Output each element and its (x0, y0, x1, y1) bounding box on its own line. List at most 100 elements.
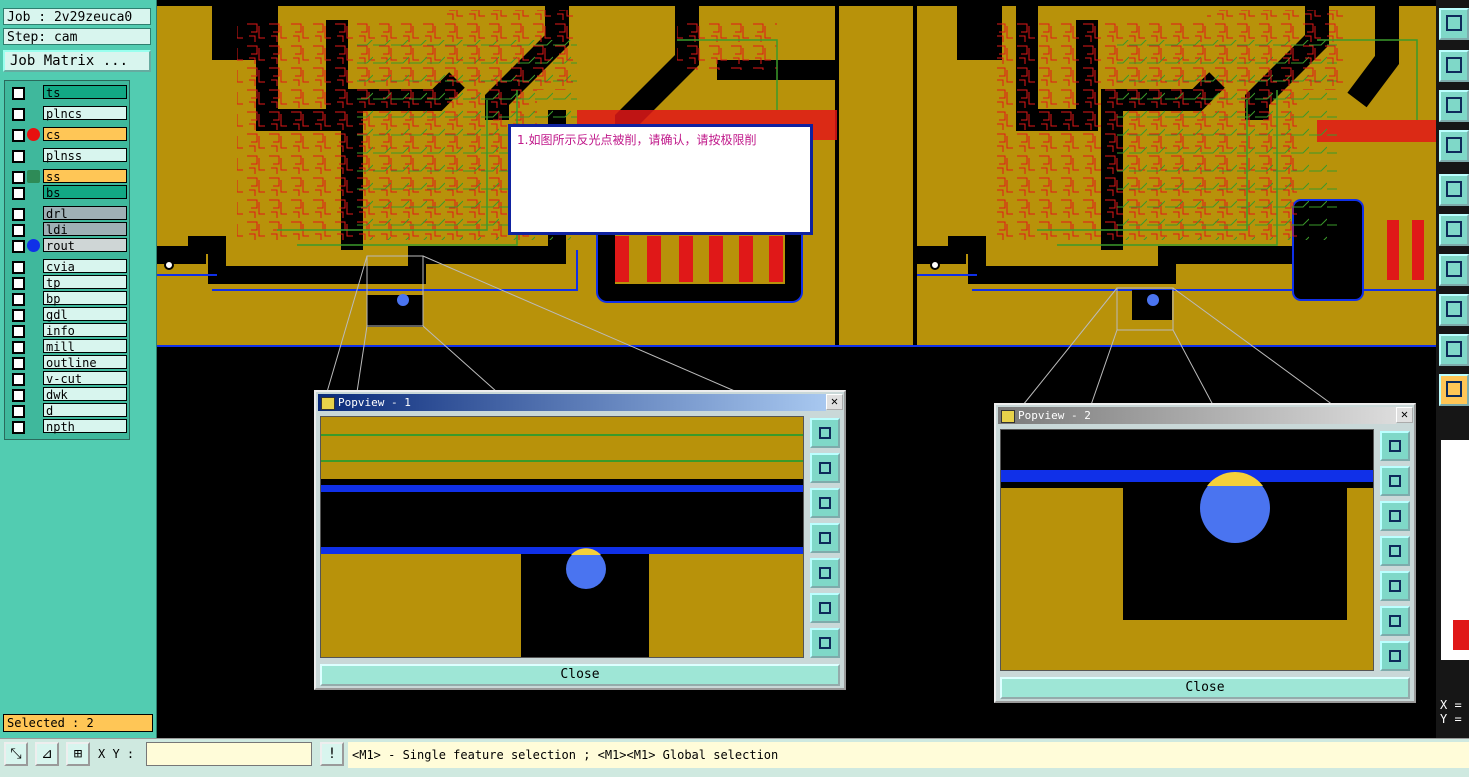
pan-down-button[interactable] (1380, 501, 1410, 531)
layer-checkbox[interactable] (12, 129, 25, 142)
layer-checkbox[interactable] (12, 357, 25, 370)
layer-name[interactable]: cs (43, 127, 127, 142)
pan-left-button[interactable] (810, 523, 840, 553)
job-matrix-button[interactable]: Job Matrix ... (3, 50, 151, 72)
popview-1-canvas[interactable] (320, 416, 804, 658)
layer-name[interactable]: info (43, 323, 127, 338)
select-tool-button[interactable] (1439, 374, 1469, 406)
zoom-area-button[interactable]: ⊿ (35, 742, 59, 766)
zoom-in-button[interactable] (1380, 641, 1410, 671)
layer-checkbox[interactable] (12, 277, 25, 290)
layer-row-npth[interactable]: npth (8, 419, 128, 434)
layer-checkbox[interactable] (12, 341, 25, 354)
layer-checkbox[interactable] (12, 293, 25, 306)
layer-name[interactable]: d (43, 403, 127, 418)
grid-button[interactable]: ⊞ (66, 742, 90, 766)
layer-name[interactable]: npth (43, 419, 127, 434)
layer-checkbox[interactable] (12, 325, 25, 338)
popview-1-window[interactable]: Popview - 1 ✕ Close (314, 390, 846, 690)
layer-row-cvia[interactable]: cvia (8, 259, 128, 274)
pad-tool-button[interactable] (1439, 174, 1469, 206)
layer-name[interactable]: v-cut (43, 371, 127, 386)
layer-name[interactable]: rout (43, 238, 127, 253)
layer-name[interactable]: tp (43, 275, 127, 290)
layer-row-ts[interactable]: ts (8, 85, 128, 100)
popview-2-titlebar[interactable]: Popview - 2 (998, 407, 1396, 424)
mini-map[interactable] (1441, 440, 1469, 660)
layer-row-plncs[interactable]: plncs (8, 106, 128, 121)
layer-row-tp[interactable]: tp (8, 275, 128, 290)
layer-checkbox[interactable] (12, 150, 25, 163)
line-tool-button[interactable] (1439, 254, 1469, 286)
close-icon[interactable]: ✕ (1396, 407, 1413, 423)
zoom-out-button[interactable] (810, 593, 840, 623)
layer-name[interactable]: dwk (43, 387, 127, 402)
layer-row-v-cut[interactable]: v-cut (8, 371, 128, 386)
layer-row-rout[interactable]: rout (8, 238, 128, 253)
zoom-home-button[interactable] (1380, 431, 1410, 461)
layer-checkbox[interactable] (12, 373, 25, 386)
layer-name[interactable]: outline (43, 355, 127, 370)
layer-row-plnss[interactable]: plnss (8, 148, 128, 163)
zoom-in-button[interactable] (810, 628, 840, 658)
layer-name[interactable]: ldi (43, 222, 127, 237)
layer-name[interactable]: cvia (43, 259, 127, 274)
pan-right-button[interactable] (1380, 571, 1410, 601)
layer-row-bs[interactable]: bs (8, 185, 128, 200)
resize-tool-button[interactable] (1439, 90, 1469, 122)
layer-row-d[interactable]: d (8, 403, 128, 418)
layer-name[interactable]: plncs (43, 106, 127, 121)
layer-row-drl[interactable]: drl (8, 206, 128, 221)
angle-tool-button[interactable] (1439, 334, 1469, 366)
layer-checkbox[interactable] (12, 171, 25, 184)
layer-row-ldi[interactable]: ldi (8, 222, 128, 237)
pan-up-button[interactable] (810, 453, 840, 483)
layer-checkbox[interactable] (12, 405, 25, 418)
layer-row-bp[interactable]: bp (8, 291, 128, 306)
layer-checkbox[interactable] (12, 224, 25, 237)
layer-name[interactable]: mill (43, 339, 127, 354)
pan-up-button[interactable] (1380, 466, 1410, 496)
layer-name[interactable]: ts (43, 85, 127, 100)
pan-left-button[interactable] (1380, 536, 1410, 566)
popview-2-window[interactable]: Popview - 2 ✕ Close (994, 403, 1416, 703)
layer-row-dwk[interactable]: dwk (8, 387, 128, 402)
layer-checkbox[interactable] (12, 187, 25, 200)
layer-row-info[interactable]: info (8, 323, 128, 338)
popview-2-close-button[interactable]: Close (1000, 677, 1410, 699)
xy-input[interactable] (146, 742, 312, 766)
layer-checkbox[interactable] (12, 261, 25, 274)
layer-row-gdl[interactable]: gdl (8, 307, 128, 322)
pan-down-button[interactable] (810, 488, 840, 518)
zoom-fit-button[interactable]: ⤡ (4, 742, 28, 766)
layer-name[interactable]: ss (43, 169, 127, 184)
shape-tool-button[interactable] (1439, 294, 1469, 326)
layer-checkbox[interactable] (12, 240, 25, 253)
measure-tool-button[interactable] (1439, 130, 1469, 162)
layer-name[interactable]: drl (43, 206, 127, 221)
pan-right-button[interactable] (810, 558, 840, 588)
zoom-home-button[interactable] (810, 418, 840, 448)
layer-name[interactable]: bp (43, 291, 127, 306)
layer-checkbox[interactable] (12, 87, 25, 100)
layer-row-outline[interactable]: outline (8, 355, 128, 370)
layer-checkbox[interactable] (12, 309, 25, 322)
layer-checkbox[interactable] (12, 421, 25, 434)
layer-row-mill[interactable]: mill (8, 339, 128, 354)
layer-name[interactable]: gdl (43, 307, 127, 322)
layer-checkbox[interactable] (12, 389, 25, 402)
window-tool-button[interactable] (1439, 8, 1469, 40)
layer-row-ss[interactable]: ss (8, 169, 128, 184)
layer-name[interactable]: bs (43, 185, 127, 200)
layer-checkbox[interactable] (12, 208, 25, 221)
zoom-out-button[interactable] (1380, 606, 1410, 636)
move-tool-button[interactable] (1439, 50, 1469, 82)
popview-1-titlebar[interactable]: Popview - 1 (318, 394, 826, 411)
layer-name[interactable]: plnss (43, 148, 127, 163)
layer-checkbox[interactable] (12, 108, 25, 121)
layer-row-cs[interactable]: cs (8, 127, 128, 142)
popview-2-canvas[interactable] (1000, 429, 1374, 671)
close-icon[interactable]: ✕ (826, 394, 843, 410)
popview-1-close-button[interactable]: Close (320, 664, 840, 686)
connect-tool-button[interactable] (1439, 214, 1469, 246)
